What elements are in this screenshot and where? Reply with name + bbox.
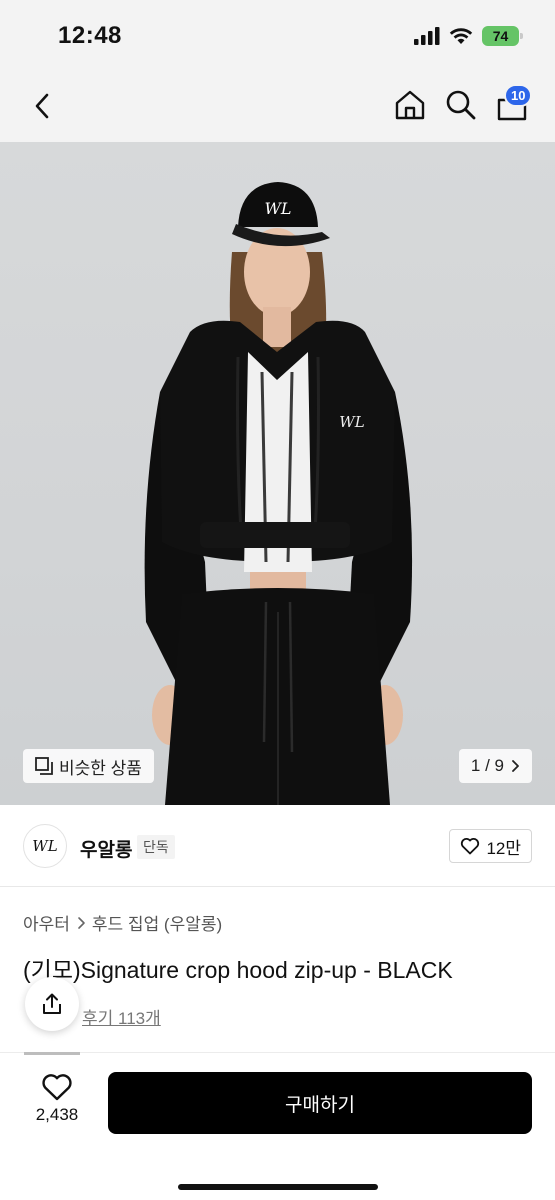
svg-text:WL: WL xyxy=(339,413,364,431)
status-icons: 74 xyxy=(414,26,523,46)
heart-icon xyxy=(461,838,480,855)
similar-products-label: 비슷한 상품 xyxy=(59,758,142,778)
buy-button[interactable]: 구매하기 xyxy=(108,1072,532,1134)
brand-logo-text: WL xyxy=(32,837,58,855)
exclusive-badge: 단독 xyxy=(137,835,175,859)
product-image[interactable]: WL WL 비슷한 상품 1 / 9 xyxy=(0,142,555,805)
section-divider xyxy=(0,1052,555,1053)
status-bar: 12:48 74 xyxy=(0,0,555,70)
product-title: (기모)Signature crop hood zip-up - BLACK xyxy=(23,957,453,983)
signal-icon xyxy=(414,27,440,45)
review-link[interactable]: 후기 113개 xyxy=(82,1004,161,1029)
home-icon xyxy=(395,90,425,120)
breadcrumb-subcategory[interactable]: 후드 집업 (우알롱) xyxy=(92,910,222,935)
search-icon xyxy=(446,90,476,120)
chevron-right-icon xyxy=(512,760,519,772)
image-pager[interactable]: 1 / 9 xyxy=(458,749,532,783)
home-indicator xyxy=(178,1184,378,1190)
share-button[interactable] xyxy=(25,977,79,1031)
share-icon xyxy=(43,993,61,1014)
image-pager-count: 1 / 9 xyxy=(470,756,504,775)
breadcrumb-category[interactable]: 아우터 xyxy=(23,910,70,935)
wishlist-count: 2,438 xyxy=(35,1105,79,1124)
nav-bar xyxy=(0,70,555,142)
back-button[interactable] xyxy=(26,90,58,122)
similar-items-icon xyxy=(35,757,53,775)
brand-like-count: 12만 xyxy=(486,838,521,858)
battery-level: 74 xyxy=(492,28,509,44)
chevron-right-icon xyxy=(78,916,85,929)
home-button[interactable] xyxy=(393,88,427,122)
wifi-icon xyxy=(449,28,473,44)
brand-name[interactable]: 우알롱 xyxy=(80,835,132,862)
bottom-action-bar: 2,438 구매하기 xyxy=(0,1055,555,1200)
chevron-left-icon xyxy=(35,93,49,119)
status-time: 12:48 xyxy=(58,22,122,49)
similar-products-button[interactable]: 비슷한 상품 xyxy=(23,749,154,783)
heart-icon xyxy=(42,1074,72,1101)
brand-logo[interactable]: WL xyxy=(23,824,67,868)
search-button[interactable] xyxy=(444,88,478,122)
product-photo: WL WL xyxy=(144,182,413,805)
cart-count-badge: 10 xyxy=(504,84,533,107)
wishlist-button[interactable]: 2,438 xyxy=(22,1073,92,1125)
breadcrumb: 아우터 후드 집업 (우알롱) xyxy=(23,910,222,935)
svg-text:WL: WL xyxy=(264,199,291,218)
brand-like-button[interactable]: 12만 xyxy=(449,829,532,863)
battery-indicator: 74 xyxy=(482,26,523,46)
brand-row: WL 우알롱 단독 12만 xyxy=(0,805,555,887)
